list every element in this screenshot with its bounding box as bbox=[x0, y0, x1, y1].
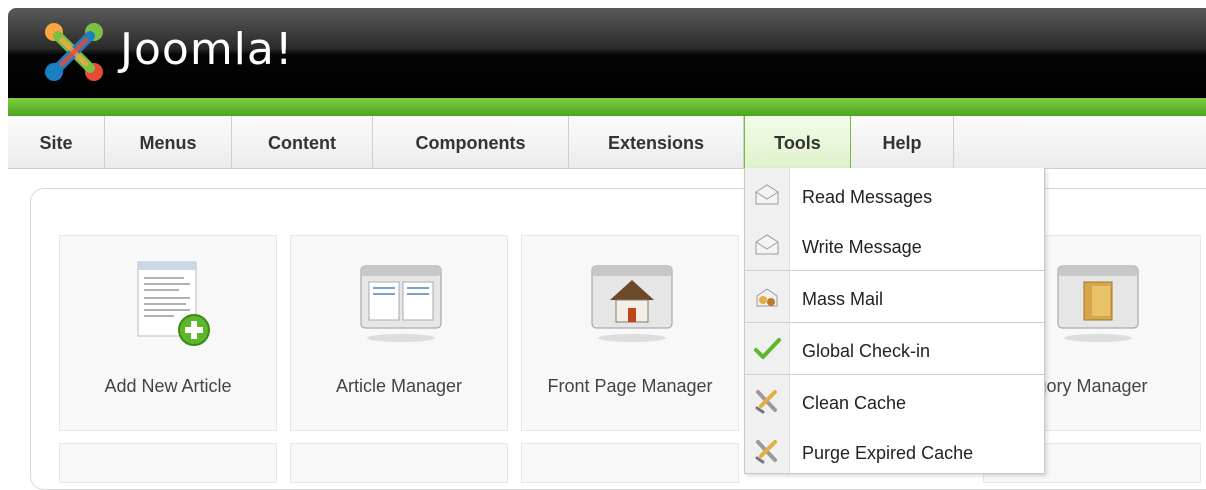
admin-header: Joomla! bbox=[8, 8, 1206, 98]
menu-menus[interactable]: Menus bbox=[105, 116, 232, 168]
tile-label: Article Manager bbox=[335, 376, 463, 396]
menu-item-label: Purge Expired Cache bbox=[802, 443, 974, 463]
article-manager-icon bbox=[360, 265, 442, 342]
menu-item-read-messages[interactable]: Read Messages bbox=[745, 170, 1044, 220]
purge-cache-icon bbox=[755, 440, 777, 464]
checkmark-icon bbox=[754, 338, 781, 359]
menu-separator bbox=[745, 270, 1044, 271]
quick-icon-front-page-manager[interactable]: Front Page Manager bbox=[521, 235, 739, 431]
menu-item-label: Global Check-in bbox=[802, 341, 931, 361]
menu-item-mass-mail[interactable]: Mass Mail bbox=[745, 272, 1044, 322]
quick-icon-add-article[interactable]: Add New Article bbox=[59, 235, 277, 431]
home-icon bbox=[591, 265, 673, 342]
menu-item-label: Mass Mail bbox=[802, 289, 884, 309]
quick-icon-row2-2[interactable] bbox=[290, 443, 508, 483]
clean-cache-icon bbox=[755, 390, 777, 414]
tools-dropdown: Read Messages Write Message Mass Mail Gl… bbox=[744, 168, 1045, 474]
folder-icon bbox=[1057, 265, 1139, 342]
menu-tools[interactable]: Tools bbox=[744, 116, 851, 168]
menu-item-label: Write Message bbox=[802, 237, 922, 257]
menu-item-write-message[interactable]: Write Message bbox=[745, 220, 1044, 270]
menu-extensions[interactable]: Extensions bbox=[569, 116, 744, 168]
menu-separator bbox=[745, 322, 1044, 323]
menu-components[interactable]: Components bbox=[373, 116, 569, 168]
tile-label: Add New Article bbox=[104, 376, 232, 396]
quick-icon-article-manager[interactable]: Article Manager bbox=[290, 235, 508, 431]
menu-help[interactable]: Help bbox=[851, 116, 954, 168]
menu-item-purge-expired-cache[interactable]: Purge Expired Cache bbox=[745, 426, 1044, 476]
quick-icon-row2-1[interactable] bbox=[59, 443, 277, 483]
tile-label: Front Page Manager bbox=[547, 376, 713, 396]
message-read-icon bbox=[755, 184, 779, 205]
menu-separator bbox=[745, 374, 1044, 375]
menu-site[interactable]: Site bbox=[8, 116, 105, 168]
menu-item-label: Clean Cache bbox=[802, 393, 907, 413]
menu-item-clean-cache[interactable]: Clean Cache bbox=[745, 376, 1044, 426]
menu-content[interactable]: Content bbox=[232, 116, 373, 168]
main-menu-bar: Site Menus Content Components Extensions… bbox=[8, 116, 1206, 169]
joomla-logo-mark bbox=[45, 23, 103, 81]
add-article-icon bbox=[137, 261, 210, 346]
message-write-icon bbox=[755, 234, 779, 255]
quick-icon-row2-3[interactable] bbox=[521, 443, 739, 483]
joomla-logo[interactable]: Joomla! bbox=[40, 16, 360, 92]
menu-item-label: Read Messages bbox=[802, 187, 933, 207]
menu-item-global-check-in[interactable]: Global Check-in bbox=[745, 324, 1044, 374]
brand-name: Joomla! bbox=[120, 24, 294, 75]
mass-mail-icon bbox=[756, 288, 778, 307]
accent-bar bbox=[8, 98, 1206, 116]
